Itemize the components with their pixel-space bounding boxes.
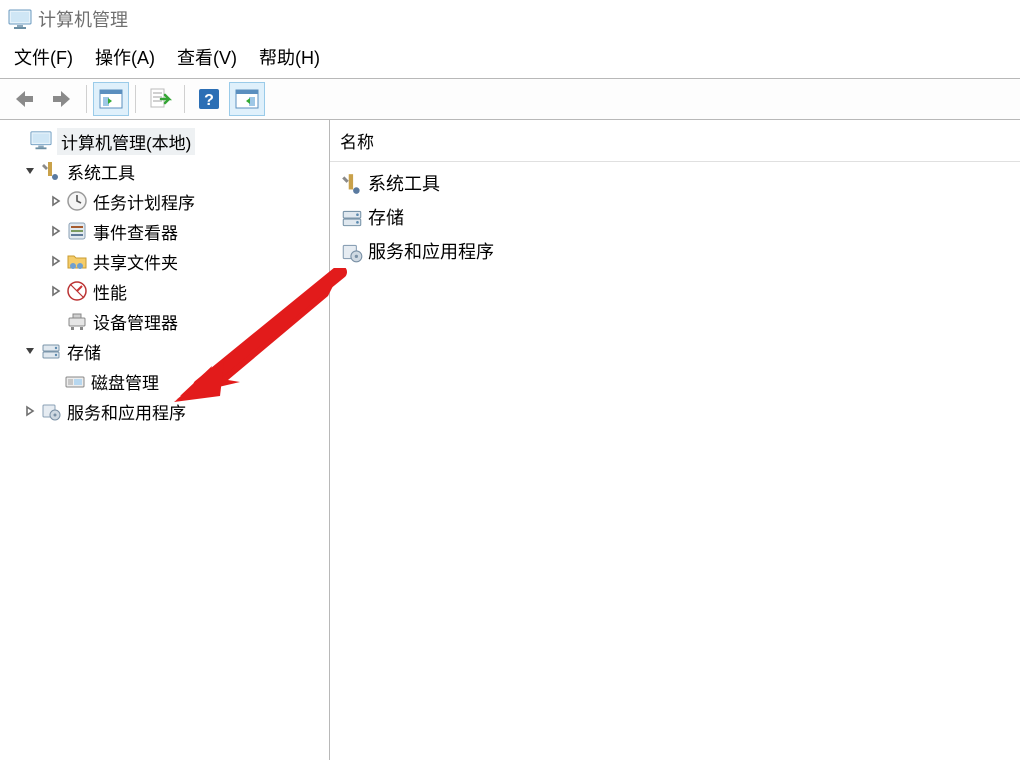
- tree-node-event-viewer[interactable]: 事件查看器: [46, 216, 329, 246]
- expander-closed-icon[interactable]: [46, 221, 66, 241]
- tree-node-label: 计算机管理(本地): [57, 128, 195, 155]
- tree-node-shared-folders[interactable]: 共享文件夹: [46, 246, 329, 276]
- menu-file[interactable]: 文件(F): [14, 44, 73, 70]
- show-actions-pane-button[interactable]: [229, 82, 265, 116]
- menu-action[interactable]: 操作(A): [95, 44, 155, 70]
- expander-open-icon[interactable]: [20, 341, 40, 361]
- tree-node-label: 事件查看器: [93, 219, 178, 244]
- tree-node-system-tools[interactable]: 系统工具: [20, 156, 329, 186]
- tree-node-label: 磁盘管理: [91, 369, 159, 394]
- show-hide-console-tree-button[interactable]: [93, 82, 129, 116]
- tree-node-performance[interactable]: 性能: [46, 276, 329, 306]
- tree-node-services-apps[interactable]: 服务和应用程序: [20, 396, 329, 426]
- back-button[interactable]: [6, 82, 42, 116]
- tree-node-storage[interactable]: 存储: [20, 336, 329, 366]
- title-bar: 计算机管理: [0, 0, 1020, 42]
- expander-icon: [10, 131, 30, 151]
- tree-node-label: 设备管理器: [93, 309, 178, 334]
- export-list-button[interactable]: [142, 82, 178, 116]
- tools-icon: [340, 172, 364, 194]
- menu-bar: 文件(F) 操作(A) 查看(V) 帮助(H): [0, 42, 1020, 79]
- tree-node-label: 服务和应用程序: [67, 399, 186, 424]
- list-view-pane: 名称 系统工具 存储 服务和应用程序: [330, 120, 1020, 760]
- tree-node-label: 系统工具: [67, 159, 135, 184]
- computer-management-icon: [8, 8, 32, 30]
- content-area: 计算机管理(本地) 系统工具 任务计划程序: [0, 120, 1020, 760]
- shared-folder-icon: [66, 250, 88, 272]
- list-item[interactable]: 存储: [336, 200, 1014, 234]
- toolbar-separator: [184, 85, 185, 113]
- expander-none-icon: [46, 311, 66, 331]
- tree-node-label: 存储: [67, 339, 101, 364]
- clock-icon: [66, 190, 88, 212]
- toolbar-separator: [135, 85, 136, 113]
- list-item-label: 存储: [368, 204, 404, 230]
- tree-node-label: 共享文件夹: [93, 249, 178, 274]
- menu-help[interactable]: 帮助(H): [259, 44, 320, 70]
- disk-management-icon: [64, 370, 86, 392]
- tree-root[interactable]: 计算机管理(本地): [10, 126, 329, 156]
- tree-node-label: 任务计划程序: [93, 189, 195, 214]
- expander-closed-icon[interactable]: [46, 191, 66, 211]
- window-title: 计算机管理: [38, 6, 128, 32]
- performance-icon: [66, 280, 88, 302]
- services-icon: [40, 400, 62, 422]
- menu-view[interactable]: 查看(V): [177, 44, 237, 70]
- tree-node-disk-management[interactable]: 磁盘管理: [64, 366, 329, 396]
- services-icon: [340, 240, 364, 262]
- storage-icon: [40, 340, 62, 362]
- expander-closed-icon[interactable]: [20, 401, 40, 421]
- list-item[interactable]: 服务和应用程序: [336, 234, 1014, 268]
- tree-node-device-manager[interactable]: 设备管理器: [46, 306, 329, 336]
- list-column-header[interactable]: 名称: [330, 120, 1020, 162]
- tools-icon: [40, 160, 62, 182]
- list-item-label: 服务和应用程序: [368, 238, 494, 264]
- forward-button[interactable]: [44, 82, 80, 116]
- expander-closed-icon[interactable]: [46, 251, 66, 271]
- storage-icon: [340, 206, 364, 228]
- list-item[interactable]: 系统工具: [336, 166, 1014, 200]
- console-tree-pane: 计算机管理(本地) 系统工具 任务计划程序: [0, 120, 330, 760]
- toolbar-separator: [86, 85, 87, 113]
- help-button[interactable]: ?: [191, 82, 227, 116]
- tree-node-label: 性能: [93, 279, 127, 304]
- event-viewer-icon: [66, 220, 88, 242]
- expander-closed-icon[interactable]: [46, 281, 66, 301]
- tree-node-task-scheduler[interactable]: 任务计划程序: [46, 186, 329, 216]
- list-item-label: 系统工具: [368, 170, 440, 196]
- expander-open-icon[interactable]: [20, 161, 40, 181]
- computer-management-icon: [30, 130, 52, 152]
- column-name-header: 名称: [340, 128, 374, 153]
- device-manager-icon: [66, 310, 88, 332]
- svg-text:?: ?: [204, 92, 214, 109]
- toolbar: ?: [0, 79, 1020, 120]
